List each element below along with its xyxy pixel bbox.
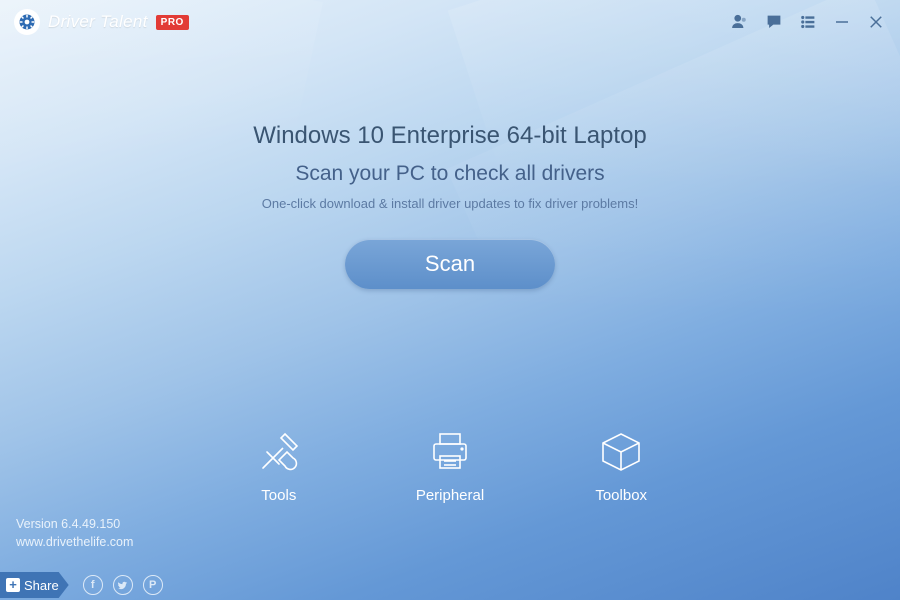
hero-section: Windows 10 Enterprise 64-bit Laptop Scan… — [0, 122, 900, 289]
plus-icon: + — [6, 578, 20, 592]
brand: Driver Talent PRO — [14, 9, 189, 35]
toolbox-label: Toolbox — [595, 487, 647, 504]
app-window: Driver Talent PRO Windows 10 Enterprise … — [0, 0, 900, 600]
system-info-line: Windows 10 Enterprise 64-bit Laptop — [0, 122, 900, 150]
printer-icon — [423, 427, 477, 477]
social-icons: f P — [83, 575, 163, 595]
share-label: Share — [24, 578, 59, 593]
app-name: Driver Talent — [48, 12, 148, 32]
toolbox-tile[interactable]: Toolbox — [594, 427, 648, 504]
tools-label: Tools — [261, 487, 296, 504]
website-link[interactable]: www.drivethelife.com — [16, 533, 133, 552]
peripheral-label: Peripheral — [416, 487, 484, 504]
title-bar: Driver Talent PRO — [0, 0, 900, 44]
close-button[interactable] — [866, 12, 886, 32]
peripheral-tile[interactable]: Peripheral — [416, 427, 484, 504]
share-bar: + Share f P — [0, 570, 163, 600]
tools-row: Tools Peripheral — [0, 427, 900, 504]
scan-button-label: Scan — [425, 251, 475, 277]
tools-tile[interactable]: Tools — [252, 427, 306, 504]
footer-info: Version 6.4.49.150 www.drivethelife.com — [16, 515, 133, 553]
share-button[interactable]: + Share — [0, 572, 69, 598]
scan-prompt-line: Scan your PC to check all drivers — [0, 162, 900, 186]
window-controls — [730, 12, 886, 32]
scan-sub-line: One-click download & install driver upda… — [0, 196, 900, 211]
scan-button[interactable]: Scan — [345, 239, 555, 289]
menu-list-icon[interactable] — [798, 12, 818, 32]
tools-icon — [252, 427, 306, 477]
twitter-icon[interactable] — [113, 575, 133, 595]
feedback-icon[interactable] — [764, 12, 784, 32]
version-text: Version 6.4.49.150 — [16, 515, 133, 534]
user-icon[interactable] — [730, 12, 750, 32]
cube-icon — [594, 427, 648, 477]
app-logo-icon — [14, 9, 40, 35]
pro-badge: PRO — [156, 15, 189, 30]
pinterest-icon[interactable]: P — [143, 575, 163, 595]
minimize-button[interactable] — [832, 12, 852, 32]
facebook-icon[interactable]: f — [83, 575, 103, 595]
